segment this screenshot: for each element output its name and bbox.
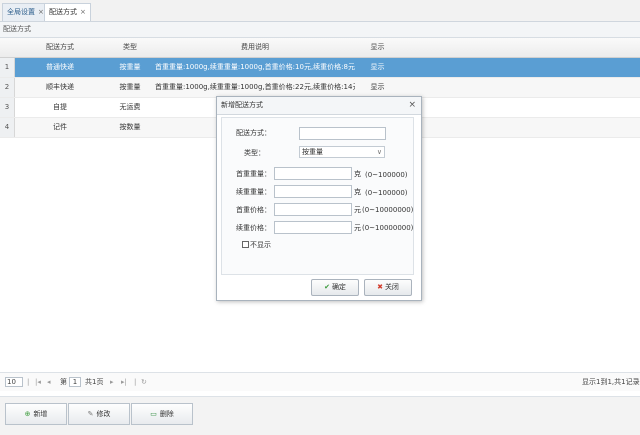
type-select-value: 按重量 <box>302 148 323 156</box>
cell-type: 无运费 <box>119 103 141 111</box>
ok-button-label: 确定 <box>331 283 346 291</box>
first-weight-label: 首重重量： <box>236 170 271 178</box>
grid-header: 配送方式 类型 费用说明 显示 <box>0 38 640 58</box>
close-icon[interactable]: × <box>80 8 86 16</box>
add-shipping-dialog: 新增配送方式 × 配送方式： 类型： 按重量 ∨ 首重重量： 克 (0~1000… <box>216 96 422 301</box>
tab-label: 全局设置 <box>7 8 35 16</box>
action-toolbar: ⊕ 新增 ✎ 修改 ▭ 删除 <box>0 396 640 435</box>
cont-weight-input[interactable] <box>274 185 352 198</box>
first-page-icon[interactable]: |◂ <box>35 373 41 391</box>
check-icon: ✔ <box>324 283 330 291</box>
record-summary: 显示1到1,共1记录 <box>582 378 640 386</box>
chevron-down-icon: ∨ <box>376 148 382 156</box>
pagination-bar: 10 | |◂ ◂ 第 1 共1页 ▸ ▸| | ↻ 显示1到1,共1记录 <box>0 372 640 391</box>
add-icon: ⊕ <box>24 410 31 418</box>
close-button[interactable]: ✖ 关闭 <box>364 279 412 296</box>
edit-button-label: 修改 <box>96 410 111 418</box>
tab-label: 配送方式 <box>49 8 77 16</box>
cell-type: 按重量 <box>119 63 141 71</box>
cell-type: 按重量 <box>119 83 141 91</box>
next-page-icon[interactable]: ▸ <box>110 373 114 391</box>
cont-weight-range: (0~100000) <box>365 189 408 197</box>
page-prefix: 第 <box>60 378 67 386</box>
tab-bar: 全局设置 × 配送方式 × <box>0 0 640 22</box>
first-weight-input[interactable] <box>274 167 352 180</box>
last-page-icon[interactable]: ▸| <box>121 373 127 391</box>
page-input[interactable]: 1 <box>69 377 81 387</box>
type-label: 类型： <box>244 149 265 157</box>
column-header-method[interactable]: 配送方式 <box>15 38 105 57</box>
delete-button-label: 删除 <box>159 410 174 418</box>
cont-price-range: (0~10000000) <box>362 224 414 232</box>
cell-show: 显示 <box>370 83 385 91</box>
row-number: 2 <box>0 78 15 97</box>
close-icon[interactable]: × <box>408 97 416 114</box>
separator: | <box>27 378 30 386</box>
row-number: 4 <box>0 118 15 137</box>
delete-icon: ▭ <box>150 410 157 418</box>
cont-weight-unit: 克 <box>354 188 361 196</box>
first-price-unit: 元 <box>354 206 361 214</box>
first-price-input[interactable] <box>274 203 352 216</box>
method-label: 配送方式： <box>236 129 271 137</box>
x-icon: ✖ <box>377 283 383 291</box>
cont-price-unit: 元 <box>354 224 361 232</box>
first-price-label: 首重价格： <box>236 206 271 214</box>
first-price-range: (0~10000000) <box>362 206 414 214</box>
method-input[interactable] <box>299 127 386 140</box>
dialog-form: 配送方式： 类型： 按重量 ∨ 首重重量： 克 (0~100000) 续重重量：… <box>221 117 414 275</box>
table-row[interactable]: 2 顺丰快递 按重量 首重重量:1000g,续重重量:1000g,首重价格:22… <box>0 78 640 98</box>
tab-global-settings[interactable]: 全局设置 × <box>2 3 49 21</box>
prev-page-icon[interactable]: ◂ <box>47 373 51 391</box>
type-select[interactable]: 按重量 ∨ <box>299 146 385 158</box>
cell-method: 记件 <box>53 123 67 131</box>
row-number: 3 <box>0 98 15 117</box>
cell-method: 顺丰快递 <box>46 83 74 91</box>
cont-price-input[interactable] <box>274 221 352 234</box>
hide-checkbox-label: 不显示 <box>250 241 271 249</box>
dialog-title: 新增配送方式 <box>221 101 263 109</box>
column-header-type[interactable]: 类型 <box>105 38 155 57</box>
delete-button[interactable]: ▭ 删除 <box>131 403 193 425</box>
close-button-label: 关闭 <box>384 283 399 291</box>
first-weight-unit: 克 <box>354 170 361 178</box>
tab-shipping-methods[interactable]: 配送方式 × <box>44 3 91 21</box>
column-header-fee-desc[interactable]: 费用说明 <box>155 38 355 57</box>
page-title: 配送方式 <box>0 22 640 38</box>
separator: | <box>134 378 137 386</box>
cell-fee-desc: 首重重量:1000g,续重重量:1000g,首重价格:10元,续重价格:8元 <box>155 63 355 71</box>
pencil-icon: ✎ <box>87 410 94 418</box>
column-header-show[interactable]: 显示 <box>355 38 400 57</box>
add-button[interactable]: ⊕ 新增 <box>5 403 67 425</box>
hide-checkbox[interactable] <box>242 241 249 248</box>
add-button-label: 新增 <box>33 410 48 418</box>
refresh-icon[interactable]: ↻ <box>141 373 147 391</box>
dialog-titlebar[interactable]: 新增配送方式 × <box>217 97 421 115</box>
ok-button[interactable]: ✔ 确定 <box>311 279 359 296</box>
table-row[interactable]: 1 普通快递 按重量 首重重量:1000g,续重重量:1000g,首重价格:10… <box>0 58 640 78</box>
cell-method: 普通快递 <box>46 63 74 71</box>
cell-type: 按数量 <box>119 123 141 131</box>
page-total: 共1页 <box>85 378 104 386</box>
close-icon[interactable]: × <box>38 8 44 16</box>
edit-button[interactable]: ✎ 修改 <box>68 403 130 425</box>
page-size-select[interactable]: 10 <box>5 377 23 387</box>
cell-fee-desc: 首重重量:1000g,续重重量:1000g,首重价格:22元,续重价格:14元 <box>155 83 355 91</box>
first-weight-range: (0~100000) <box>365 171 408 179</box>
cont-weight-label: 续重重量： <box>236 188 271 196</box>
cell-method: 自提 <box>53 103 67 111</box>
cont-price-label: 续重价格： <box>236 224 271 232</box>
row-number: 1 <box>0 58 15 77</box>
cell-show: 显示 <box>370 63 385 71</box>
